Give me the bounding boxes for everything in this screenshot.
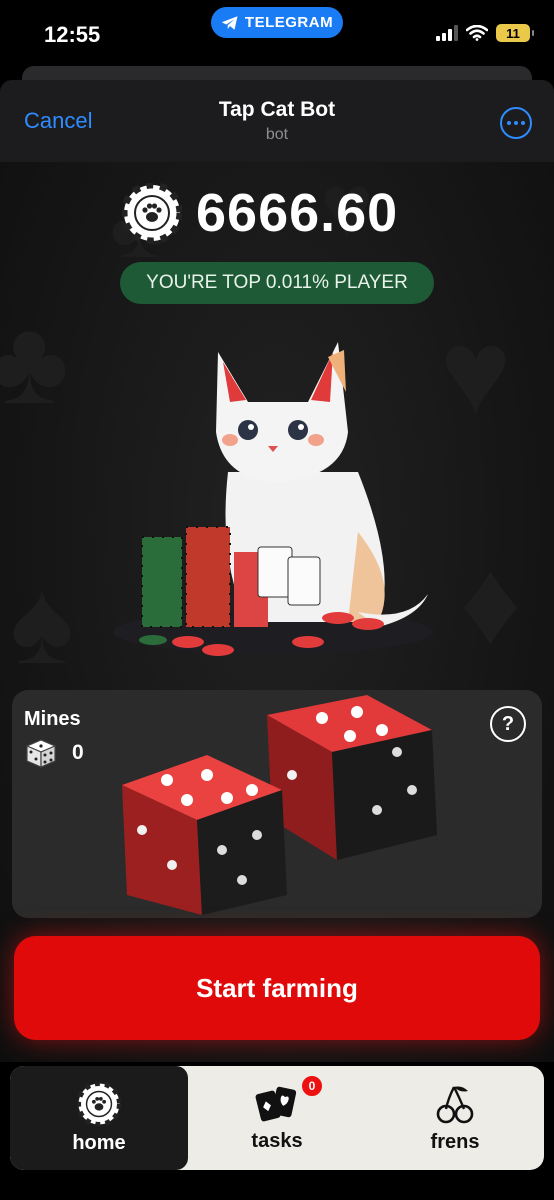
- bot-title: Tap Cat Bot: [218, 98, 336, 121]
- heart-pattern-icon: ♥: [440, 305, 512, 439]
- webapp-header: Cancel Tap Cat Bot bot: [0, 80, 554, 162]
- wifi-icon: [466, 25, 488, 41]
- status-time: 12:55: [44, 22, 101, 47]
- mines-count-row: 0: [24, 736, 84, 770]
- club-pattern-icon: ♣: [0, 295, 69, 429]
- spade-pattern-icon: ♠: [10, 555, 74, 689]
- tab-tasks[interactable]: tasks: [188, 1066, 366, 1170]
- mines-title: Mines: [24, 708, 81, 730]
- dice-image: [122, 695, 437, 915]
- start-farming-button[interactable]: Start farming: [14, 936, 540, 1040]
- telegram-pill[interactable]: TELEGRAM: [211, 7, 343, 38]
- tab-tasks-label: tasks: [251, 1129, 303, 1152]
- telegram-icon: [221, 15, 238, 30]
- battery-icon: 11: [496, 24, 534, 42]
- balance-value: 6666.60: [196, 183, 399, 243]
- cards-icon: [255, 1086, 297, 1121]
- paw-chip-icon: [77, 1081, 121, 1126]
- paw-chip-icon: [122, 183, 182, 243]
- tab-frens-label: frens: [430, 1130, 480, 1153]
- help-button[interactable]: ?: [490, 706, 526, 742]
- mines-card[interactable]: Mines 0 ?: [12, 690, 542, 918]
- bottom-area: home tasks 0 frens: [0, 1062, 554, 1200]
- main-area: ♣ ♥ ♠ ♦ ♥ ♣ 6666.60 YOU'RE TOP 0.011% PL…: [0, 162, 554, 1062]
- diamond-pattern-icon: ♦: [460, 535, 522, 669]
- telegram-pill-label: TELEGRAM: [244, 14, 334, 31]
- balance: 6666.60: [122, 182, 398, 244]
- more-options-icon[interactable]: [500, 107, 532, 139]
- mines-count: 0: [72, 741, 84, 764]
- cherries-icon: [436, 1085, 474, 1123]
- cellular-signal-icon: [436, 25, 458, 41]
- cat-with-chips-image: [113, 342, 433, 656]
- status-bar: 12:55 TELEGRAM 11: [0, 0, 554, 66]
- status-icons: 11: [436, 24, 534, 42]
- tasks-badge: 0: [300, 1074, 324, 1098]
- tab-frens[interactable]: frens: [366, 1066, 544, 1170]
- rank-badge: YOU'RE TOP 0.011% PLAYER: [120, 262, 434, 304]
- bot-subtitle: bot: [265, 126, 289, 143]
- tab-home-label: home: [72, 1131, 126, 1154]
- tab-home[interactable]: home: [10, 1066, 188, 1170]
- dice-icon: [25, 739, 57, 768]
- tab-bar: home tasks 0 frens: [10, 1066, 544, 1170]
